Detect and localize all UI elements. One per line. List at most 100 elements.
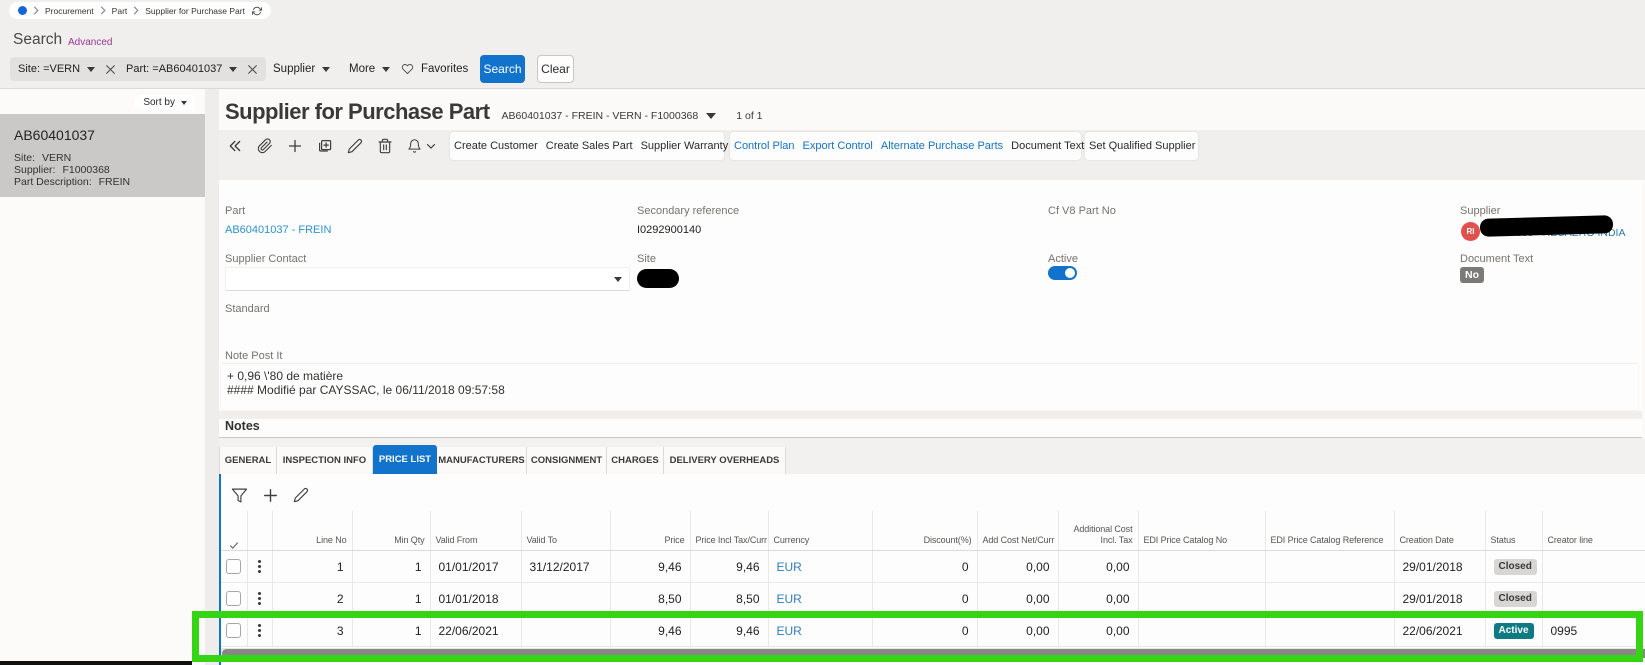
chevron-down-icon[interactable]: [229, 66, 238, 72]
column-header[interactable]: Min Qty: [352, 511, 431, 551]
row-checkbox[interactable]: [226, 623, 242, 638]
column-header[interactable]: Creation Date: [1394, 511, 1486, 551]
search-button[interactable]: Search: [480, 55, 525, 83]
row-checkbox-cell[interactable]: [221, 550, 248, 583]
breadcrumb-item-part[interactable]: Part: [112, 6, 128, 16]
tab-inspection-info[interactable]: INSPECTION INFO: [277, 447, 373, 474]
status-badge: Closed: [1493, 559, 1537, 575]
chevron-down-icon: [706, 113, 717, 119]
kebab-menu-icon[interactable]: [258, 624, 261, 637]
row-menu-cell[interactable]: [247, 550, 273, 583]
set-qualified-supplier-button[interactable]: Set Qualified Supplier: [1085, 132, 1199, 160]
row-menu-cell[interactable]: [247, 614, 273, 647]
control-plan-button[interactable]: Control Plan: [730, 132, 799, 160]
document-text-badge[interactable]: No: [1460, 267, 1484, 283]
document-text-button[interactable]: Document Text: [1007, 132, 1088, 160]
tab-manufacturers[interactable]: MANUFACTURERS: [437, 447, 527, 474]
more-filter-dropdown[interactable]: More: [349, 57, 391, 81]
attachment-icon[interactable]: [257, 138, 273, 154]
supplier-warranty-button[interactable]: Supplier Warranty: [637, 132, 733, 160]
cell-min-qty: 1: [352, 614, 431, 647]
note-post-it-field[interactable]: + 0,96 \'80 de matière #### Modifié par …: [221, 363, 1638, 410]
column-header[interactable]: Add Cost Net/Curr: [977, 511, 1059, 551]
scrollbar-thumb[interactable]: [222, 649, 1645, 658]
edit-row-icon[interactable]: [293, 487, 310, 504]
table-row-2[interactable]: 2 1 01/01/2018 8,50 8,50 EUR 0 0,00 0,00…: [221, 582, 1645, 615]
tab-general[interactable]: GENERAL: [219, 447, 277, 474]
currency-link[interactable]: EUR: [777, 560, 802, 574]
row-checkbox[interactable]: [226, 559, 242, 574]
column-header[interactable]: Price Incl Tax/Curr: [690, 511, 769, 551]
advanced-search-link[interactable]: Advanced: [68, 37, 112, 48]
dropdown-label: Supplier: [273, 63, 316, 75]
column-header[interactable]: Creator line: [1542, 511, 1645, 551]
home-dot-icon[interactable]: [18, 6, 27, 15]
horizontal-scrollbar[interactable]: [221, 648, 1645, 659]
price-list-table: Line No Min Qty Valid From Valid To Pric…: [221, 511, 1645, 647]
clear-button[interactable]: Clear: [537, 55, 574, 83]
record-card-description: Part Description: FREIN: [14, 176, 131, 188]
chevron-down-icon[interactable]: [426, 143, 436, 150]
supplier-redaction: [1479, 215, 1614, 237]
chevron-right-icon: [33, 6, 39, 15]
secondary-reference-value: I0292900140: [637, 224, 702, 236]
create-customer-button[interactable]: Create Customer: [450, 132, 542, 160]
column-header[interactable]: Valid To: [521, 511, 611, 551]
active-toggle[interactable]: [1048, 266, 1077, 280]
chevron-down-icon: [181, 100, 187, 105]
refresh-icon[interactable]: [251, 6, 262, 16]
add-icon[interactable]: [287, 138, 303, 154]
kebab-menu-icon[interactable]: [258, 592, 261, 605]
export-control-button[interactable]: Export Control: [799, 132, 877, 160]
favorites-button[interactable]: Favorites: [401, 57, 468, 81]
column-header[interactable]: Currency: [768, 511, 873, 551]
table-row-1[interactable]: 1 1 01/01/2017 31/12/2017 9,46 9,46 EUR …: [221, 550, 1645, 583]
filter-chip-site[interactable]: Site: =VERN: [10, 57, 125, 81]
cell-creation-date: 22/06/2021: [1394, 614, 1486, 647]
add-row-icon[interactable]: [262, 487, 279, 504]
filter-chip-part[interactable]: Part: =AB60401037: [118, 57, 267, 81]
row-checkbox-cell[interactable]: [221, 582, 248, 615]
redaction-strip: [0, 661, 192, 665]
supplier-contact-input[interactable]: [225, 267, 630, 291]
tab-price-list[interactable]: PRICE LIST: [373, 445, 437, 474]
column-header[interactable]: Price: [610, 511, 691, 551]
duplicate-icon[interactable]: [317, 138, 333, 154]
cell-creation-date: 29/01/2018: [1394, 582, 1486, 615]
row-checkbox[interactable]: [226, 591, 242, 606]
column-header[interactable]: EDI Price Catalog No: [1138, 511, 1266, 551]
alternate-purchase-parts-button[interactable]: Alternate Purchase Parts: [877, 132, 1007, 160]
record-selector[interactable]: AB60401037 - FREIN - VERN - F1000368: [502, 110, 717, 122]
remove-filter-icon[interactable]: [247, 64, 258, 75]
row-checkbox-cell[interactable]: [221, 614, 248, 647]
currency-link[interactable]: EUR: [777, 624, 802, 638]
column-header[interactable]: Line No: [272, 511, 353, 551]
kebab-menu-icon[interactable]: [258, 560, 261, 573]
supplier-filter-dropdown[interactable]: Supplier: [273, 57, 331, 81]
column-header[interactable]: EDI Price Catalog Reference: [1265, 511, 1395, 551]
tab-charges[interactable]: CHARGES: [607, 447, 664, 474]
tab-delivery-overheads[interactable]: DELIVERY OVERHEADS: [664, 447, 786, 474]
collapse-left-icon[interactable]: [227, 138, 243, 154]
table-row-3[interactable]: 3 1 22/06/2021 9,46 9,46 EUR 0 0,00 0,00…: [221, 614, 1645, 647]
record-card-selected[interactable]: AB60401037 Site: VERN Supplier: F1000368 P…: [0, 114, 205, 197]
chevron-down-icon[interactable]: [87, 66, 96, 72]
column-header[interactable]: Additional Cost Incl. Tax: [1058, 511, 1139, 551]
breadcrumb-item-procurement[interactable]: Procurement: [45, 6, 94, 16]
column-header[interactable]: Status: [1485, 511, 1543, 551]
create-sales-part-button[interactable]: Create Sales Part: [542, 132, 637, 160]
column-header[interactable]: Valid From: [430, 511, 522, 551]
currency-link[interactable]: EUR: [777, 592, 802, 606]
remove-filter-icon[interactable]: [105, 64, 116, 75]
notifications-icon[interactable]: [407, 138, 422, 154]
select-all-check-icon[interactable]: [221, 511, 248, 551]
column-header[interactable]: Discount(%): [872, 511, 978, 551]
edit-icon[interactable]: [347, 138, 363, 154]
part-link[interactable]: AB60401037 - FREIN: [225, 224, 331, 236]
site-label: Site: [637, 253, 656, 265]
row-menu-cell[interactable]: [247, 582, 273, 615]
delete-icon[interactable]: [377, 138, 393, 154]
filter-icon[interactable]: [231, 487, 248, 504]
sort-by-dropdown[interactable]: Sort by: [134, 95, 196, 110]
tab-consignment[interactable]: CONSIGNMENT: [527, 447, 607, 474]
